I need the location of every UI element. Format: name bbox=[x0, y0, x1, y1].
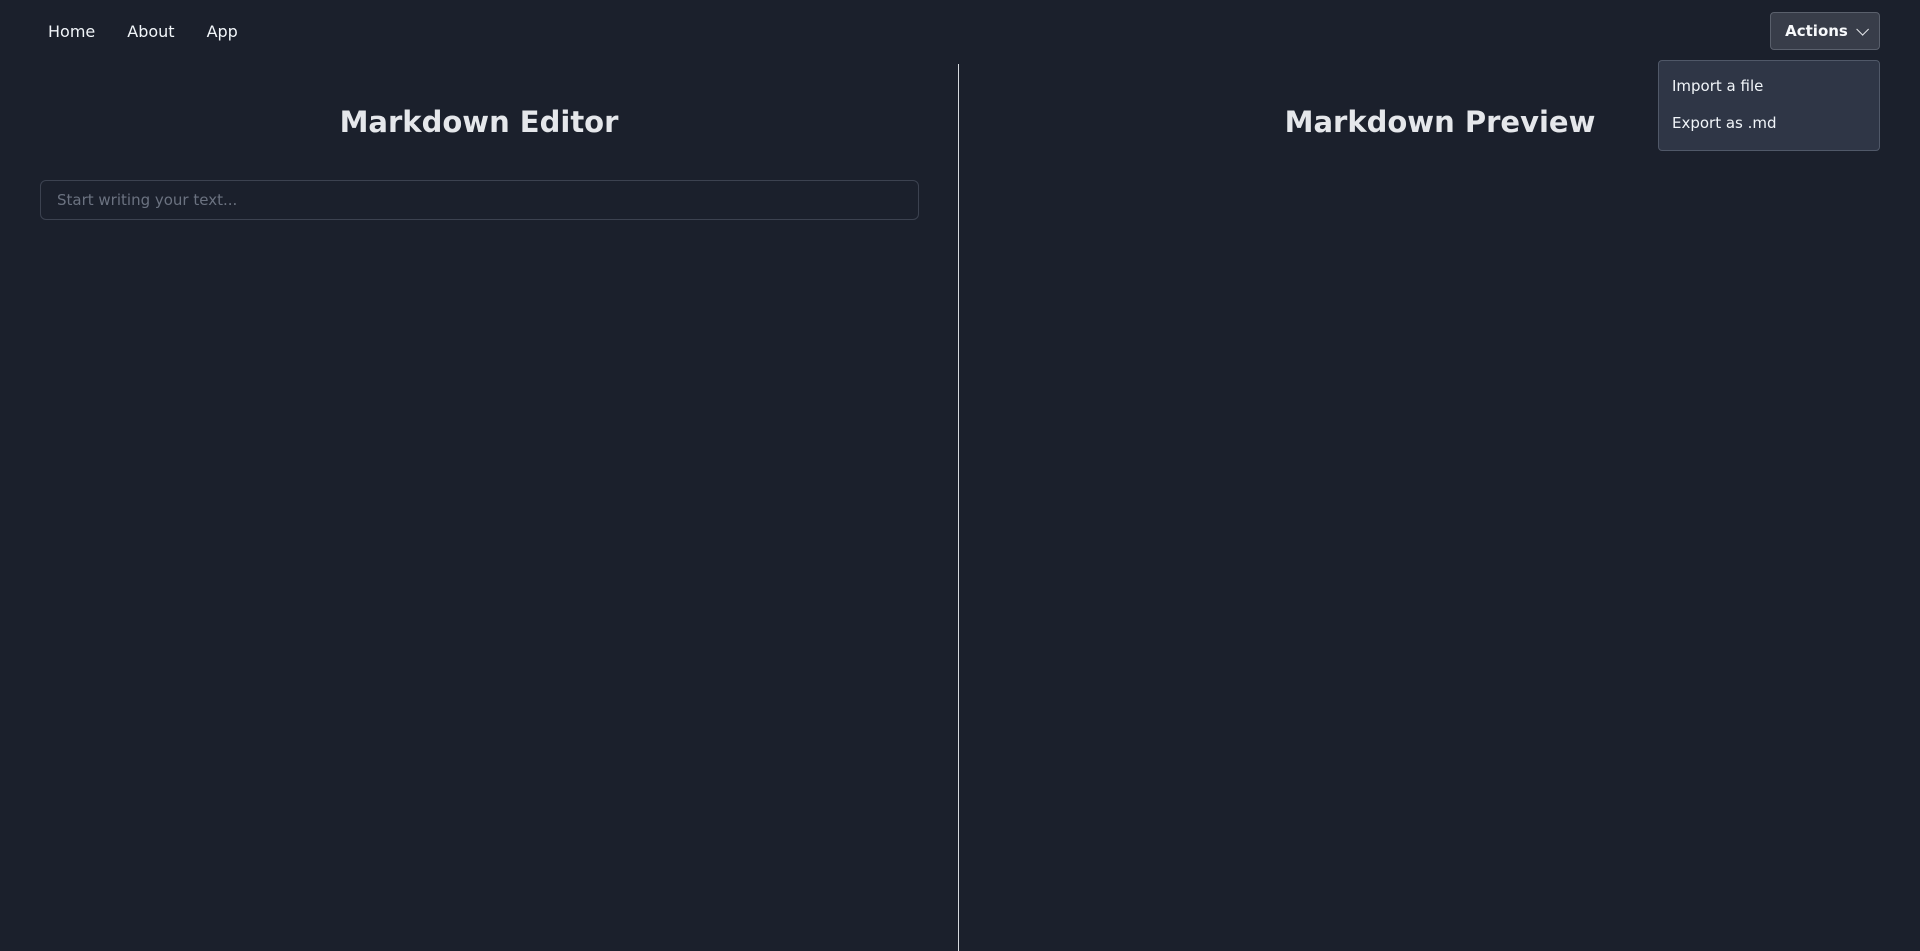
actions-dropdown-button[interactable]: Actions bbox=[1770, 12, 1880, 50]
nav-links: Home About App bbox=[48, 22, 238, 41]
actions-label: Actions bbox=[1785, 22, 1848, 40]
editor-title: Markdown Editor bbox=[339, 105, 619, 139]
nav-link-home[interactable]: Home bbox=[48, 22, 95, 41]
panel-divider[interactable] bbox=[958, 64, 959, 951]
nav-link-about[interactable]: About bbox=[127, 22, 174, 41]
nav-link-app[interactable]: App bbox=[207, 22, 238, 41]
preview-panel: Markdown Preview bbox=[960, 64, 1920, 951]
editor-panel: Markdown Editor bbox=[0, 64, 958, 951]
navbar: Home About App Actions Import a file Exp… bbox=[0, 0, 1920, 151]
preview-title: Markdown Preview bbox=[1284, 105, 1596, 139]
markdown-input[interactable] bbox=[40, 180, 919, 220]
chevron-down-icon bbox=[1856, 22, 1869, 36]
